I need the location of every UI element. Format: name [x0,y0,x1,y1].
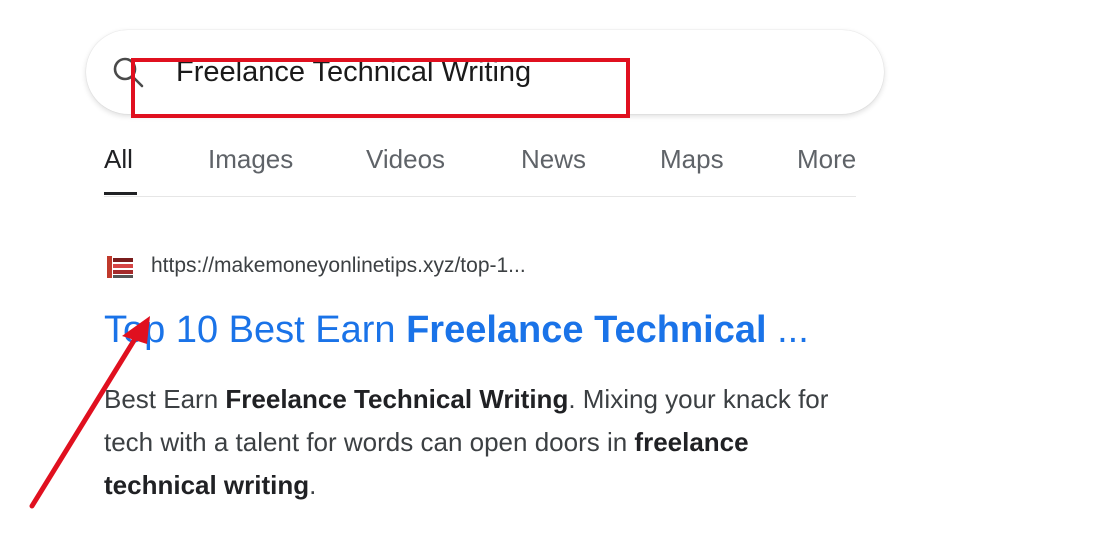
active-tab-indicator [104,192,137,195]
snippet-text-1: Best Earn [104,384,226,414]
tab-more[interactable]: More [797,144,856,175]
result-url[interactable]: https://makemoneyonlinetips.xyz/top-1... [151,254,526,278]
highlight-box-annotation [131,58,630,118]
search-tabs: All Images Videos News Maps More [104,138,856,197]
search-results-page: Freelance Technical Writing All Images V… [0,0,1100,554]
result-title-bold: Freelance Technical [406,309,767,351]
tab-images[interactable]: Images [208,144,293,175]
result-title-suffix: ... [766,309,809,351]
snippet-bold-1: Freelance Technical Writing [225,384,569,414]
result-title-prefix: Top 10 Best Earn [104,309,407,351]
tab-news[interactable]: News [521,144,586,175]
site-favicon-icon [106,254,134,280]
result-snippet: Best Earn Freelance Technical Writing. M… [104,378,864,507]
result-title-link[interactable]: Top 10 Best Earn Freelance Technical ... [104,307,809,353]
tab-maps[interactable]: Maps [660,144,724,175]
tab-videos[interactable]: Videos [366,144,445,175]
tab-all[interactable]: All [104,144,133,175]
snippet-text-3: . [309,470,317,500]
